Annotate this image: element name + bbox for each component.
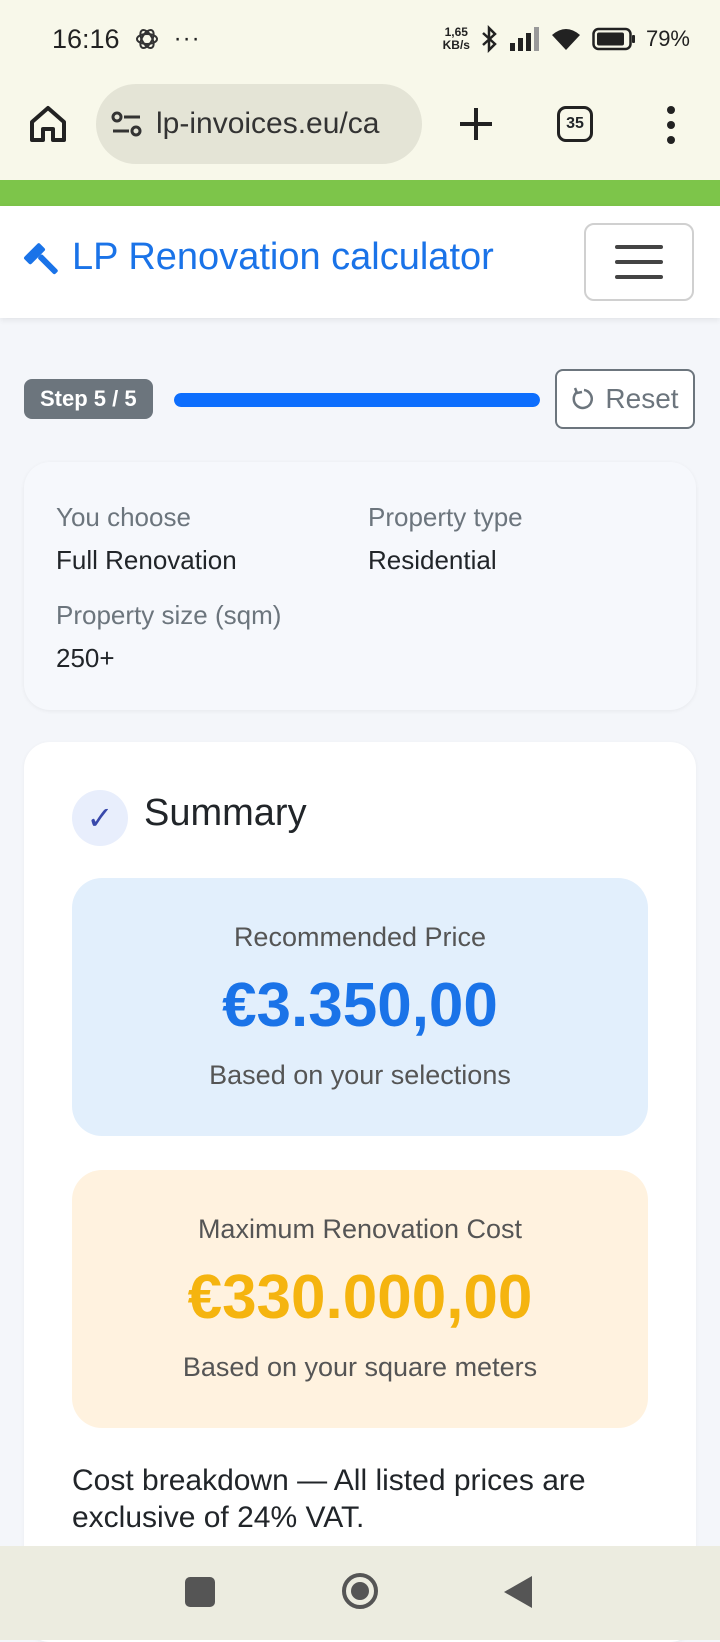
battery-icon (592, 27, 635, 51)
type-label: Property type (368, 502, 523, 532)
size-label: Property size (sqm) (56, 600, 282, 630)
signal-icon (509, 27, 539, 51)
hammer-icon (24, 242, 58, 274)
recommended-note: Based on your selections (209, 1060, 511, 1090)
brand[interactable]: LP Renovation calculator (22, 236, 494, 279)
hamburger-line (615, 260, 663, 264)
summary-title: Summary (144, 792, 307, 834)
cost-breakdown-text: Cost breakdown — All listed prices are e… (72, 1464, 586, 1534)
brand-title[interactable]: LP Renovation calculator (72, 236, 494, 279)
max-cost-value: €330.000,00 (187, 1263, 533, 1332)
home-circle-icon[interactable] (340, 1571, 380, 1611)
choice-label: You choose (56, 502, 191, 532)
summary-card: ✓ Summary Recommended Price €3.350,00 Ba… (24, 742, 696, 1642)
status-left: 16:16 ··· (52, 24, 201, 55)
size-info: Property size (sqm) 250+ (56, 600, 281, 674)
net-speed: 1,65 KB/s (443, 26, 470, 52)
kebab-menu-icon[interactable] (656, 102, 686, 148)
system-nav-bar (0, 1546, 720, 1640)
reset-icon (572, 387, 594, 410)
recommended-value: €3.350,00 (222, 971, 498, 1040)
recommended-price-box: Recommended Price €3.350,00 Based on you… (72, 878, 648, 1136)
back-icon[interactable] (502, 1574, 534, 1610)
hamburger-line (615, 245, 663, 249)
site-settings-icon[interactable] (110, 109, 144, 139)
chatgpt-icon (135, 28, 158, 50)
selection-card: You choose Full Renovation Property type… (24, 462, 696, 710)
type-value: Residential (368, 545, 497, 575)
url-bar[interactable]: lp-invoices.eu/ca (96, 84, 422, 164)
max-cost-label: Maximum Renovation Cost (197, 1214, 523, 1244)
status-right: 1,65 KB/s 79% (443, 25, 690, 53)
reset-button[interactable]: Reset (555, 369, 695, 429)
choice-info: You choose Full Renovation (56, 502, 237, 576)
size-value: 250+ (56, 643, 115, 673)
plus-icon[interactable] (452, 100, 500, 148)
net-speed-unit: KB/s (442, 38, 470, 52)
step-badge: Step 5 / 5 (24, 379, 153, 419)
recommended-label: Recommended Price (233, 922, 487, 952)
home-icon[interactable] (26, 102, 70, 146)
check-icon: ✓ (72, 790, 128, 846)
recents-icon[interactable] (185, 1577, 215, 1607)
hamburger-line (615, 275, 663, 279)
max-cost-box: Maximum Renovation Cost €330.000,00 Base… (72, 1170, 648, 1428)
battery-percent: 79% (645, 26, 690, 51)
wifi-icon (551, 29, 580, 50)
status-time: 16:16 (52, 23, 120, 54)
bluetooth-icon (482, 25, 497, 53)
more-dots-icon: ··· (173, 25, 201, 52)
choice-value: Full Renovation (56, 545, 237, 575)
tabs-icon[interactable]: 35 (557, 106, 593, 142)
type-info: Property type Residential (368, 502, 523, 576)
site-navbar: LP Renovation calculator (0, 206, 720, 318)
url-text[interactable]: lp-invoices.eu/ca (156, 107, 379, 141)
reset-label: Reset (605, 383, 679, 414)
tab-count: 35 (566, 115, 584, 132)
progress-bar (174, 393, 540, 407)
max-cost-note: Based on your square meters (182, 1352, 538, 1382)
browser-toolbar: lp-invoices.eu/ca 35 (0, 78, 720, 180)
hamburger-icon[interactable] (584, 223, 694, 301)
progress-fill (174, 393, 540, 407)
green-accent-bar (0, 180, 720, 206)
status-bar: 16:16 ··· 1,65 KB/s 79% (0, 0, 720, 78)
